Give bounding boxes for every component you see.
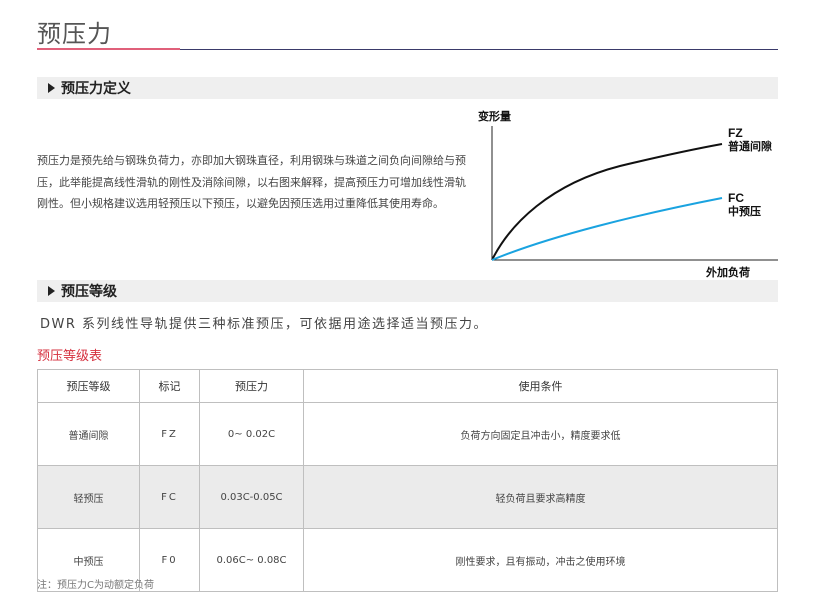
definition-paragraph: 预压力是预先给与钢珠负荷力，亦即加大钢珠直径，利用钢珠与珠道之间负向间隙给与预压…: [37, 154, 466, 210]
grade-cell: 普通间隙: [37, 402, 140, 466]
section-title: 预压力定义: [61, 81, 131, 97]
table-row: 轻预压 FC 0.03C-0.05C 轻负荷且要求高精度: [37, 465, 778, 529]
section-title: 预压等级: [61, 284, 117, 300]
table-header-row: 预压等级 标记 预压力 使用条件: [37, 369, 778, 403]
y-axis-label: 变形量: [478, 109, 511, 123]
table-row: 普通间隙 FZ 0~ 0.02C 负荷方向固定且冲击小，精度要求低: [37, 402, 778, 466]
triangle-right-icon: [48, 83, 55, 93]
intro-text: DWR 系列线性导轨提供三种标准预压，可依据用途选择适当预压力。: [40, 317, 489, 332]
section-header-definition: 预压力定义: [37, 77, 778, 99]
fc-name-label: 中预压: [728, 204, 761, 218]
condition-cell: 轻负荷且要求高精度: [303, 465, 778, 529]
header-cell: 预压力: [199, 369, 304, 403]
fc-code-label: FC: [728, 191, 744, 205]
preload-cell: 0~ 0.02C: [199, 402, 304, 466]
page-title: 预压力: [37, 20, 112, 48]
header-cell: 使用条件: [303, 369, 778, 403]
section-header-grades: 预压等级: [37, 280, 778, 302]
title-divider-accent: [37, 48, 180, 50]
fz-name-label: 普通间隙: [728, 139, 772, 153]
triangle-right-icon: [48, 286, 55, 296]
fc-curve: [491, 197, 723, 261]
footnote: 注：预压力C为动额定负荷: [37, 580, 154, 591]
x-axis-label: 外加负荷: [705, 265, 750, 279]
preload-cell: 0.06C~ 0.08C: [199, 528, 304, 592]
condition-cell: 刚性要求，且有振动，冲击之使用环境: [303, 528, 778, 592]
mark-cell: FC: [139, 465, 200, 529]
fz-code-label: FZ: [728, 126, 743, 140]
preload-grade-table: 预压等级 标记 预压力 使用条件 普通间隙 FZ 0~ 0.02C 负荷方向固定…: [37, 369, 778, 592]
preload-cell: 0.03C-0.05C: [199, 465, 304, 529]
header-cell: 预压等级: [37, 369, 140, 403]
fz-curve: [491, 143, 723, 261]
header-cell: 标记: [139, 369, 200, 403]
condition-cell: 负荷方向固定且冲击小，精度要求低: [303, 402, 778, 466]
mark-cell: FZ: [139, 402, 200, 466]
preload-deformation-chart: 变形量 FZ 普通间隙 FC 中预压 外加负荷: [478, 109, 778, 279]
grade-cell: 轻预压: [37, 465, 140, 529]
table-caption: 预压等级表: [37, 349, 103, 364]
